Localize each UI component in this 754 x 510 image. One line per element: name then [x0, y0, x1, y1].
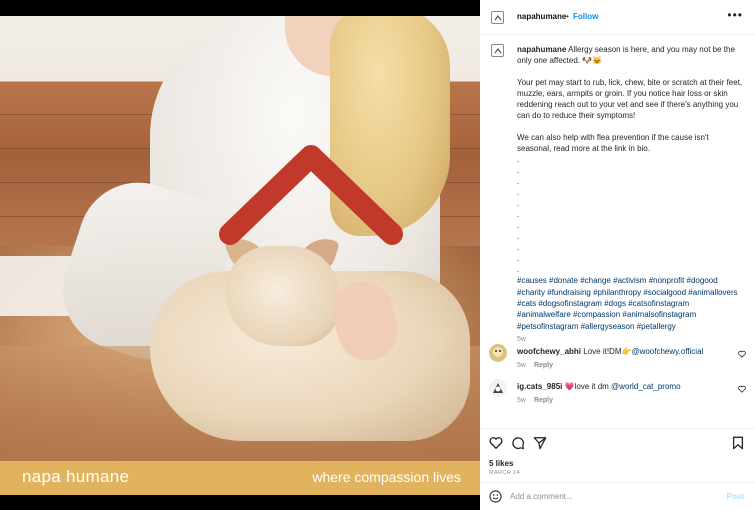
- comment-input[interactable]: Add a comment...: [510, 492, 573, 501]
- caption-dot: .: [517, 177, 520, 187]
- mention-link[interactable]: @world_cat_promo: [611, 382, 680, 391]
- caption-dot: .: [517, 188, 520, 198]
- post-side-panel: napahumane • Follow ••• napahumane Aller…: [480, 0, 754, 510]
- hashtag-link[interactable]: #donate: [549, 276, 578, 285]
- share-icon[interactable]: [533, 436, 547, 450]
- hashtag-link[interactable]: #animalsofinstagram: [622, 310, 696, 319]
- comment-username[interactable]: ig.cats_985i: [517, 382, 562, 391]
- caption-dot: .: [517, 199, 520, 209]
- avatar[interactable]: [489, 344, 507, 362]
- caption-dot: .: [517, 243, 520, 253]
- action-bar: [480, 428, 754, 458]
- hashtag-link[interactable]: #catsofinstagram: [628, 299, 689, 308]
- mention-link[interactable]: @woofchewy.official: [631, 347, 703, 356]
- caption-dot: .: [517, 265, 520, 275]
- post-header: napahumane • Follow •••: [480, 0, 754, 35]
- caption-dots: ...........: [517, 154, 743, 275]
- hashtag-link[interactable]: #petsofinstagram: [517, 322, 578, 331]
- hashtag-link[interactable]: #animalwelfare: [517, 310, 571, 319]
- reply-button[interactable]: Reply: [534, 362, 553, 369]
- caption-dot: .: [517, 221, 520, 231]
- hashtag-link[interactable]: #philanthropy: [593, 288, 641, 297]
- caption-paragraph: Your pet may start to rub, lick, chew, b…: [517, 77, 743, 121]
- reply-button[interactable]: Reply: [534, 397, 553, 404]
- comment-time: 5w: [517, 397, 526, 404]
- like-count[interactable]: 5 likes: [489, 459, 513, 468]
- dog-head: [225, 246, 340, 346]
- brand-logo: napa humane: [22, 467, 130, 486]
- hashtag-link[interactable]: #socialgood: [643, 288, 686, 297]
- avatar[interactable]: [491, 44, 504, 57]
- avatar[interactable]: [489, 379, 507, 397]
- post-button[interactable]: Post: [727, 492, 744, 501]
- bookmark-icon[interactable]: [731, 436, 745, 450]
- hashtag-link[interactable]: #compassion: [573, 310, 620, 319]
- comment-icon[interactable]: [511, 436, 525, 450]
- comment-time: 5w: [517, 362, 526, 369]
- separator-dot: •: [566, 12, 569, 21]
- post-date: MARCH 14: [489, 470, 521, 476]
- hashtag-link[interactable]: #activism: [613, 276, 646, 285]
- hashtag-link[interactable]: #change: [580, 276, 611, 285]
- comment-text: ig.cats_985i 💗love it dm @world_cat_prom…: [517, 382, 737, 391]
- heart-icon[interactable]: [738, 385, 746, 393]
- caption-dot: .: [517, 254, 520, 264]
- comment-meta: 5w Reply: [517, 362, 561, 369]
- comment-text: woofchewy_abhi Love it!DM👉@woofchewy.off…: [517, 347, 737, 356]
- caption-dot: .: [517, 166, 520, 176]
- comment-item: woofchewy_abhi Love it!DM👉@woofchewy.off…: [489, 344, 749, 376]
- comment-box: Add a comment... Post: [480, 482, 754, 510]
- chevron-up-icon: [219, 145, 403, 245]
- comment-username[interactable]: woofchewy_abhi: [517, 347, 581, 356]
- hashtag-link[interactable]: #nonprofit: [649, 276, 685, 285]
- more-options-icon[interactable]: •••: [727, 8, 743, 22]
- comment-meta: 5w Reply: [517, 397, 561, 404]
- hashtag-link[interactable]: #petallergy: [637, 322, 676, 331]
- hashtag-link[interactable]: #fundraising: [547, 288, 591, 297]
- brand-tagline: where compassion lives: [312, 469, 461, 485]
- caption-text: napahumane Allergy season is here, and y…: [517, 44, 743, 345]
- hashtag-link[interactable]: #charity: [517, 288, 545, 297]
- hashtag-link[interactable]: #causes: [517, 276, 547, 285]
- caption-dot: .: [517, 210, 520, 220]
- hashtag-link[interactable]: #animallovers: [688, 288, 737, 297]
- heart-icon[interactable]: [489, 436, 503, 450]
- emoji-icon[interactable]: [489, 490, 502, 503]
- heart-icon[interactable]: [738, 350, 746, 358]
- caption-username[interactable]: napahumane: [517, 45, 566, 54]
- hashtag-link[interactable]: #dogsofinstagram: [538, 299, 602, 308]
- comment-body: 💗love it dm: [564, 382, 609, 391]
- caption-dot: .: [517, 155, 520, 165]
- comment-body: Love it!DM👉: [583, 347, 632, 356]
- hashtag-link[interactable]: #dogood: [687, 276, 718, 285]
- avatar[interactable]: [491, 11, 504, 24]
- hashtag-link[interactable]: #dogs: [604, 299, 626, 308]
- caption-paragraph: We can also help with flea prevention if…: [517, 132, 709, 154]
- comment-item: ig.cats_985i 💗love it dm @world_cat_prom…: [489, 379, 749, 411]
- hashtag-link[interactable]: #allergyseason: [581, 322, 635, 331]
- caption-dot: .: [517, 232, 520, 242]
- username-link[interactable]: napahumane: [517, 12, 566, 21]
- follow-button[interactable]: Follow: [573, 12, 598, 21]
- hashtag-list: #causes #donate #change #activism #nonpr…: [517, 275, 743, 331]
- chevron-up-icon: [494, 47, 501, 53]
- post-image[interactable]: napa humane where compassion lives: [0, 16, 480, 495]
- chevron-up-icon: [494, 14, 501, 20]
- hashtag-link[interactable]: #cats: [517, 299, 536, 308]
- brand-banner: napa humane where compassion lives: [0, 461, 480, 495]
